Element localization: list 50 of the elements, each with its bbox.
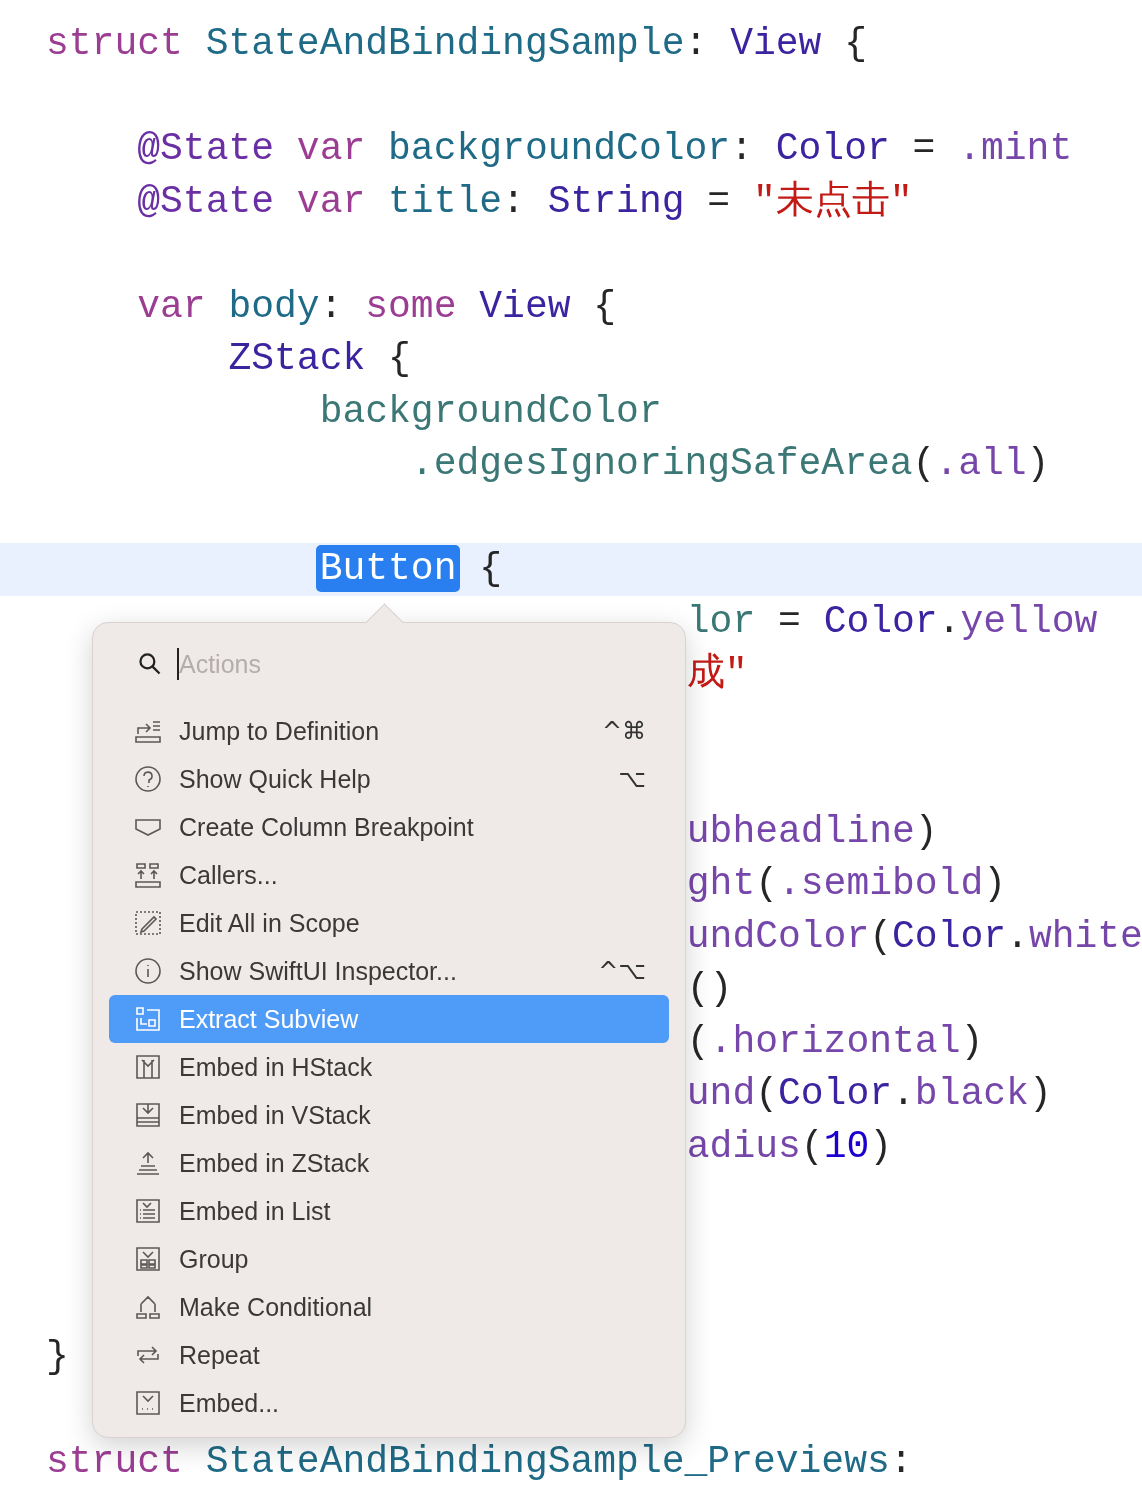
list-icon (133, 1196, 163, 1226)
menu-item[interactable]: Embed in HStack (109, 1043, 669, 1091)
menu-item[interactable]: Edit All in Scope (109, 899, 669, 947)
code-text: { (478, 547, 503, 590)
search-icon (137, 651, 163, 677)
info-icon (133, 956, 163, 986)
menu-item[interactable]: Embed in ZStack (109, 1139, 669, 1187)
code-line: @State var title: String = "未点击" (136, 179, 913, 223)
keyboard-shortcut: ⌥ (618, 765, 646, 793)
code-line: (.horizontal) (686, 1019, 984, 1063)
extract-icon (133, 1004, 163, 1034)
keyboard-shortcut: ^⌥ (598, 957, 646, 985)
menu-item[interactable]: Show SwiftUI Inspector... ^⌥ (109, 947, 669, 995)
menu-item[interactable]: Repeat (109, 1331, 669, 1379)
code-line: () (686, 967, 733, 1010)
code-line: .edgesIgnoringSafeArea(.all) (409, 442, 1050, 485)
search-field[interactable]: Actions (179, 649, 479, 679)
selected-token: Button (315, 545, 461, 592)
text-cursor (177, 648, 179, 680)
code-line: } (46, 1334, 69, 1378)
code-line: ubheadline) (686, 809, 938, 853)
edit-pencil-icon (133, 908, 163, 938)
hstack-icon (133, 1052, 163, 1082)
code-line: lor = Color.yellow (686, 599, 1098, 643)
vstack-icon (133, 1100, 163, 1130)
code-line: und(Color.black) (686, 1072, 1052, 1115)
menu-item[interactable]: Callers... (109, 851, 669, 899)
help-icon (133, 764, 163, 794)
menu-item[interactable]: Jump to Definition ^⌘ (109, 707, 669, 755)
menu-item[interactable]: Embed in VStack (109, 1091, 669, 1139)
embed-icon (133, 1388, 163, 1418)
callers-icon (133, 860, 163, 890)
menu-item[interactable]: Embed in List (109, 1187, 669, 1235)
code-line: backgroundColor (318, 389, 662, 433)
menu-item[interactable]: Embed... (109, 1379, 669, 1427)
code-line: @State var backgroundColor: Color = .mint (136, 127, 1073, 170)
code-line: var body: some View { (136, 284, 617, 328)
menu-item[interactable]: Create Column Breakpoint (109, 803, 669, 851)
menu-item[interactable]: Group (109, 1235, 669, 1283)
code-line: undColor(Color.white (686, 914, 1142, 958)
code-line: ght(.semibold) (686, 862, 1007, 905)
code-line: 成" (686, 652, 748, 695)
code-line: adius(10) (686, 1124, 893, 1168)
code-line: ZStack { (227, 337, 411, 380)
menu-item[interactable]: Make Conditional (109, 1283, 669, 1331)
code-line: struct StateAndBindingSample_Previews: (46, 1439, 913, 1483)
menu-item[interactable]: Show Quick Help ⌥ (109, 755, 669, 803)
group-icon (133, 1244, 163, 1274)
keyboard-shortcut: ^⌘ (601, 717, 646, 745)
code-line: struct StateAndBindingSample: View { (46, 22, 867, 65)
